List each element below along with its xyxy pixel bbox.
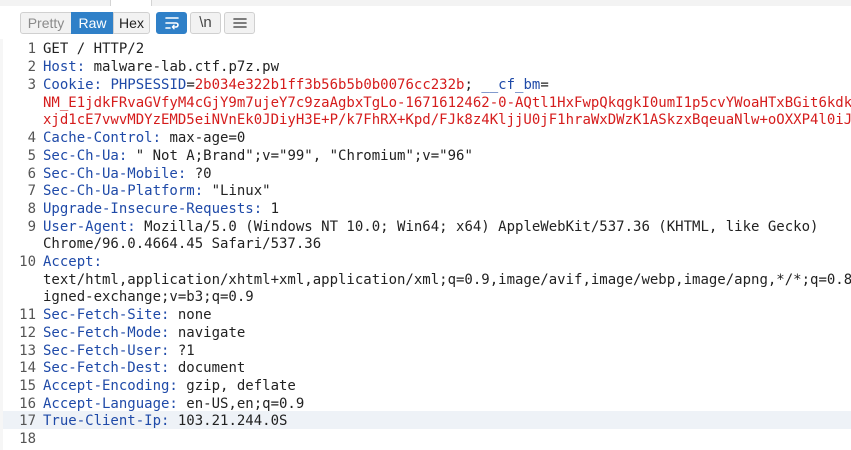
header-value: " Not A;Brand";v="99", "Chromium";v="96"	[127, 148, 473, 164]
header-sec-fetch-dest: Sec-Fetch-Dest: document	[43, 360, 245, 378]
header-value: ?0	[186, 166, 212, 182]
accept-wrap: text/html,application/xhtml+xml,applicat…	[43, 272, 851, 290]
hex-view-button[interactable]: Hex	[113, 12, 150, 34]
header-value: navigate	[169, 325, 246, 341]
header-host: Host: malware-lab.ctf.p7z.pw	[43, 59, 279, 77]
header-name: User-Agent:	[43, 219, 136, 235]
header-value: none	[169, 307, 212, 323]
left-edge	[0, 39, 3, 450]
header-cache-control: Cache-Control: max-age=0	[43, 130, 245, 148]
line-number: 11	[19, 307, 36, 323]
line-number: 2	[27, 59, 36, 75]
header-sec-ch-ua-platform: Sec-Ch-Ua-Platform: "Linux"	[43, 183, 271, 201]
header-name: Sec-Fetch-Mode:	[43, 325, 170, 341]
header-upgrade-insecure-requests: Upgrade-Insecure-Requests: 1	[43, 201, 279, 219]
header-value: document	[169, 360, 246, 376]
header-name: Sec-Fetch-Dest:	[43, 360, 170, 376]
line-number: 18	[19, 431, 36, 447]
cookie-value-wrap: NM_E1jdkFRvaGVfyM4cGjY9m7ujeY7c9zaAgbxTg…	[43, 95, 851, 113]
line-number: 16	[19, 396, 36, 412]
header-value: text/html,application/xhtml+xml,applicat…	[43, 272, 851, 288]
cookie-value: NM_E1jdkFRvaGVfyM4cGjY9m7ujeY7c9zaAgbxTg…	[43, 95, 851, 111]
header-value: Mozilla/5.0 (Windows NT 10.0; Win64; x64…	[135, 219, 819, 235]
line-number: 14	[19, 360, 36, 376]
header-sec-ch-ua: Sec-Ch-Ua: " Not A;Brand";v="99", "Chrom…	[43, 148, 473, 166]
line-number: 1	[27, 41, 36, 57]
header-sec-fetch-mode: Sec-Fetch-Mode: navigate	[43, 325, 245, 343]
cookie-value: xjd1cE7vwvMDYzEMD5eiNVnEk0JDiyH3E+P/k7Fh…	[43, 112, 851, 128]
accept-wrap: igned-exchange;v=b3;q=0.9	[43, 289, 254, 307]
line-number: 13	[19, 343, 36, 359]
header-value: 1	[262, 201, 280, 217]
line-number: 15	[19, 378, 36, 394]
cookie-value: 2b034e322b1ff3b56b5b0b0076cc232b	[194, 77, 465, 93]
header-sec-fetch-user: Sec-Fetch-User: ?1	[43, 343, 195, 361]
header-value: "Linux"	[203, 183, 271, 199]
header-accept-language: Accept-Language: en-US,en;q=0.9	[43, 396, 304, 414]
header-name: Cache-Control:	[43, 130, 162, 146]
line-number: 4	[27, 130, 36, 146]
header-value: Chrome/96.0.4664.45 Safari/537.36	[43, 236, 322, 252]
editor-menu-button[interactable]	[224, 12, 255, 34]
line-number: 6	[27, 166, 36, 182]
cookie-value-wrap: xjd1cE7vwvMDYzEMD5eiNVnEk0JDiyH3E+P/k7Fh…	[43, 112, 851, 130]
cookie-equals: =	[540, 77, 549, 93]
hamburger-menu-icon	[232, 18, 247, 28]
line-number: 5	[27, 148, 36, 164]
header-user-agent: User-Agent: Mozilla/5.0 (Windows NT 10.0…	[43, 219, 818, 237]
raw-request-editor[interactable]: 1 2 3 4 5 6 7 8 9 10 11 12 13 14 15 16 1…	[0, 39, 851, 450]
header-true-client-ip: True-Client-Ip: 103.21.244.0S	[43, 413, 287, 431]
cookie-equals: =	[186, 77, 195, 93]
wrap-lines-icon	[164, 17, 179, 30]
line-number: 12	[19, 325, 36, 341]
wrap-lines-button[interactable]	[156, 12, 187, 34]
header-name: Sec-Fetch-Site:	[43, 307, 170, 323]
line-number: 8	[27, 201, 36, 217]
cookie-name: PHPSESSID	[110, 77, 187, 93]
user-agent-wrap: Chrome/96.0.4664.45 Safari/537.36	[43, 236, 321, 254]
header-name: Sec-Fetch-User:	[43, 343, 170, 359]
header-name: Sec-Ch-Ua-Mobile:	[43, 166, 187, 182]
header-accept: Accept:	[43, 254, 102, 272]
request-line-text: GET / HTTP/2	[43, 41, 145, 57]
header-value: malware-lab.ctf.p7z.pw	[85, 59, 280, 75]
cookie-name: __cf_bm	[481, 77, 541, 93]
header-name: Host:	[43, 59, 86, 75]
message-editor-toolbar: Pretty Raw Hex \n	[0, 6, 851, 38]
line-number: 7	[27, 183, 36, 199]
header-cookie: Cookie: PHPSESSID=2b034e322b1ff3b56b5b0b…	[43, 77, 549, 95]
cookie-separator: ;	[464, 77, 482, 93]
line-number: 9	[27, 219, 36, 235]
header-value: gzip, deflate	[177, 378, 296, 394]
header-value: igned-exchange;v=b3;q=0.9	[43, 289, 254, 305]
show-newlines-button[interactable]: \n	[190, 12, 221, 34]
header-accept-encoding: Accept-Encoding: gzip, deflate	[43, 378, 296, 396]
header-name: Accept:	[43, 254, 103, 270]
request-line: GET / HTTP/2	[43, 41, 144, 59]
line-number: 3	[27, 77, 36, 93]
header-sec-ch-ua-mobile: Sec-Ch-Ua-Mobile: ?0	[43, 166, 212, 184]
header-name: Cookie:	[43, 77, 103, 93]
header-name: Upgrade-Insecure-Requests:	[43, 201, 263, 217]
line-number: 10	[19, 254, 36, 270]
pretty-view-button[interactable]: Pretty	[20, 12, 72, 34]
header-sec-fetch-site: Sec-Fetch-Site: none	[43, 307, 212, 325]
header-value: max-age=0	[161, 130, 246, 146]
header-name: Accept-Encoding:	[43, 378, 178, 394]
header-name: Sec-Ch-Ua:	[43, 148, 128, 164]
header-value: en-US,en;q=0.9	[177, 396, 305, 412]
header-name: Sec-Ch-Ua-Platform:	[43, 183, 204, 199]
header-name: Accept-Language:	[43, 396, 178, 412]
header-name: True-Client-Ip:	[43, 413, 170, 429]
header-value: 103.21.244.0S	[169, 413, 288, 429]
line-number: 17	[19, 413, 36, 429]
header-value: ?1	[169, 343, 195, 359]
raw-view-button[interactable]: Raw	[71, 12, 114, 34]
